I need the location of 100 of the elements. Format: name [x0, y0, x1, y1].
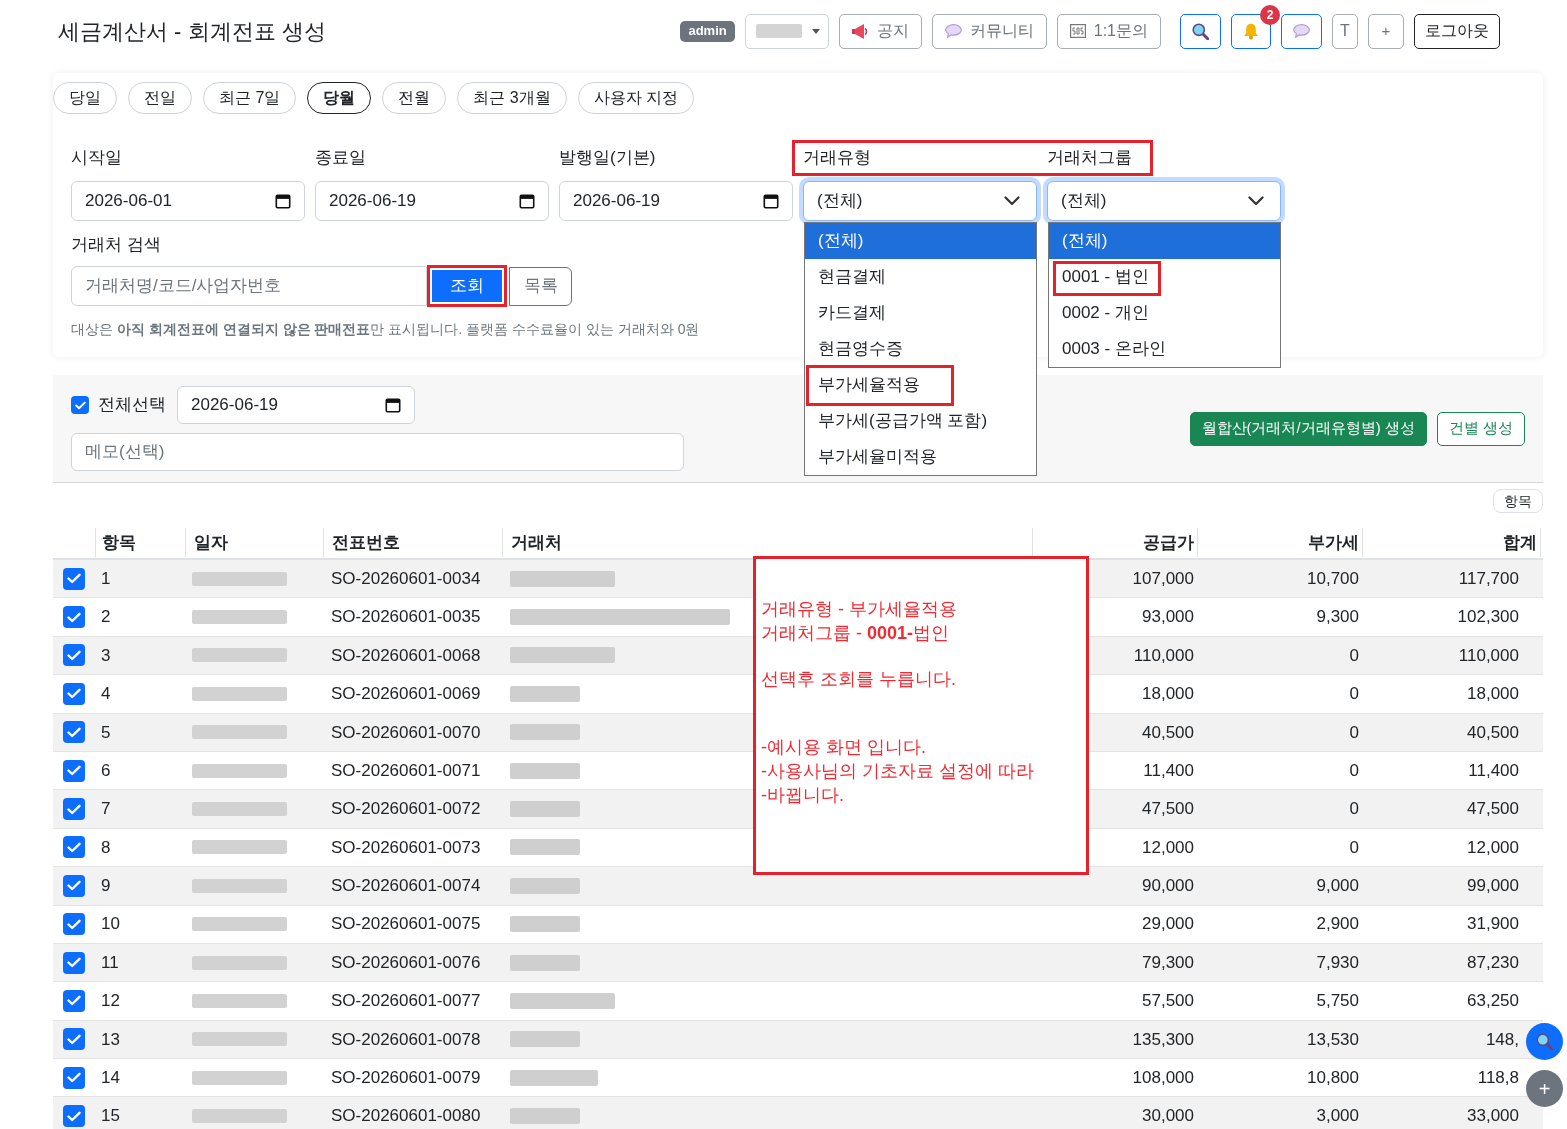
dropdown-option[interactable]: 현금영수증: [805, 331, 1036, 367]
period-tab[interactable]: 당월: [307, 82, 372, 114]
table-cell-text: 40,500: [1466, 721, 1520, 744]
table-cell-text: 5: [100, 721, 112, 744]
checkbox[interactable]: [63, 1028, 85, 1051]
generate-button[interactable]: 건별 생성: [1436, 411, 1525, 446]
table-cell-text: 79,300: [1141, 951, 1195, 974]
checkbox[interactable]: [63, 913, 85, 936]
checkbox[interactable]: [63, 759, 85, 782]
calendar-icon: [275, 193, 291, 209]
table-cell-text: 0: [1348, 683, 1360, 706]
checkmark-icon: [67, 611, 81, 623]
date-input[interactable]: 2026-06-19: [315, 181, 549, 221]
checkbox[interactable]: [63, 836, 85, 859]
date-input[interactable]: 2026-06-19: [177, 386, 415, 424]
redacted-bar: [510, 1108, 580, 1125]
checkbox[interactable]: [63, 874, 85, 897]
checkbox[interactable]: [63, 606, 85, 629]
checkbox[interactable]: [63, 644, 85, 667]
checkbox[interactable]: [63, 567, 85, 590]
dropdown-option[interactable]: (전체): [1049, 223, 1280, 259]
table-cell-text: 1: [100, 567, 112, 590]
table-cell-text: 57,500: [1141, 990, 1195, 1013]
period-tab[interactable]: 당일: [53, 82, 117, 114]
table-cell-text: 87,230: [1466, 951, 1520, 974]
table-cell-text: 8: [100, 836, 112, 859]
list-button[interactable]: 목록: [509, 266, 572, 306]
dropdown-option[interactable]: 부가세(공급가액 포함): [805, 403, 1036, 439]
dropdown-option[interactable]: 부가세율미적용: [805, 439, 1036, 475]
checkbox[interactable]: [63, 1105, 85, 1128]
checkmark-icon: [67, 765, 81, 777]
toolbar-button[interactable]: +: [1368, 13, 1404, 49]
checkbox[interactable]: [63, 951, 85, 974]
dropdown-option[interactable]: 0001 - 법인: [1049, 259, 1280, 295]
logout-button[interactable]: 로그아웃: [1414, 13, 1500, 49]
table-cell-text: SO-20260601-0076: [330, 951, 482, 974]
toolbar-button[interactable]: T: [1332, 13, 1358, 49]
checkbox[interactable]: [63, 990, 85, 1012]
dropdown-option[interactable]: 0002 - 개인: [1049, 295, 1280, 331]
table-cell-text: 107,000: [1131, 567, 1195, 590]
date-input[interactable]: 2026-06-01: [71, 181, 305, 221]
table-cell-text: 148,: [1484, 1028, 1520, 1051]
chat-button[interactable]: [1281, 13, 1322, 49]
table-cell-text: 2,900: [1315, 913, 1360, 936]
table-cell-text: 110,000: [1457, 644, 1520, 667]
generate-button[interactable]: 월합산(거래처/거래유형별) 생성: [1189, 411, 1427, 446]
checkmark-icon: [67, 726, 81, 738]
columns-button[interactable]: 항목: [1493, 489, 1543, 513]
notification-badge: 2: [1260, 4, 1280, 25]
redacted-bar: [755, 24, 802, 38]
select-dropdown[interactable]: (전체): [1047, 181, 1281, 221]
field-label: 거래유형: [803, 147, 872, 169]
dropdown-option[interactable]: 현금결제: [805, 259, 1036, 295]
header-link-button[interactable]: 커뮤니티: [931, 13, 1047, 49]
date-input[interactable]: 2026-06-19: [559, 181, 793, 221]
header-link-button[interactable]: 공지: [838, 13, 922, 49]
checkbox[interactable]: [63, 682, 85, 705]
table-cell-text: SO-20260601-0078: [330, 1028, 482, 1051]
period-tab[interactable]: 사용자 지정: [577, 82, 695, 114]
table-cell-text: 12,000: [1466, 836, 1520, 859]
table-cell-text: 0: [1348, 798, 1360, 821]
field-label: 시작일: [71, 147, 123, 169]
checkbox[interactable]: [63, 721, 85, 744]
table-cell-text: 7: [100, 798, 112, 821]
table-cell-text: SO-20260601-0068: [330, 644, 482, 667]
period-tab[interactable]: 전월: [382, 82, 447, 114]
period-tab[interactable]: 최근 7일: [203, 82, 297, 114]
period-tab[interactable]: 최근 3개월: [457, 82, 567, 114]
table-cell-text: 14: [100, 1067, 121, 1089]
select-dropdown[interactable]: (전체): [803, 181, 1037, 221]
table-cell-text: 13: [100, 1028, 121, 1051]
dropdown-option[interactable]: 카드결제: [805, 295, 1036, 331]
table-cell-text: 117,700: [1457, 567, 1520, 590]
dropdown-option[interactable]: 부가세율적용: [805, 367, 1036, 403]
table-cell-text: 90,000: [1141, 875, 1195, 898]
table-cell-text: SO-20260601-0034: [330, 567, 482, 590]
memo-input[interactable]: 메모(선택): [71, 433, 684, 471]
redacted-bar: [510, 916, 580, 933]
search-button[interactable]: [1180, 13, 1221, 49]
dropdown-option[interactable]: (전체): [805, 223, 1036, 259]
dropdown-option[interactable]: 0003 - 온라인: [1049, 331, 1280, 367]
checkmark-icon: [74, 400, 86, 410]
field-label: 거래처 검색: [71, 234, 162, 256]
table-cell-text: SO-20260601-0035: [330, 606, 482, 629]
search-button[interactable]: 조회: [432, 270, 502, 302]
checkmark-icon: [67, 841, 81, 853]
table-cell-text: 11,400: [1467, 759, 1520, 782]
checkbox[interactable]: [71, 396, 89, 414]
field-label: 거래처그룹: [1047, 147, 1132, 169]
column-header: 일자: [185, 528, 323, 557]
checkbox[interactable]: [63, 798, 85, 821]
search-icon: [1536, 1033, 1553, 1050]
period-tab[interactable]: 전일: [128, 82, 192, 114]
search-input[interactable]: 거래처명/코드/사업자번호: [71, 266, 427, 306]
select-all-label: 전체선택: [98, 394, 166, 417]
table-cell-text: 3,000: [1315, 1105, 1360, 1128]
checkmark-icon: [67, 1033, 81, 1045]
checkbox[interactable]: [63, 1066, 85, 1089]
checkmark-icon: [67, 649, 81, 661]
header-link-button[interactable]: 1:1문의: [1056, 13, 1161, 49]
